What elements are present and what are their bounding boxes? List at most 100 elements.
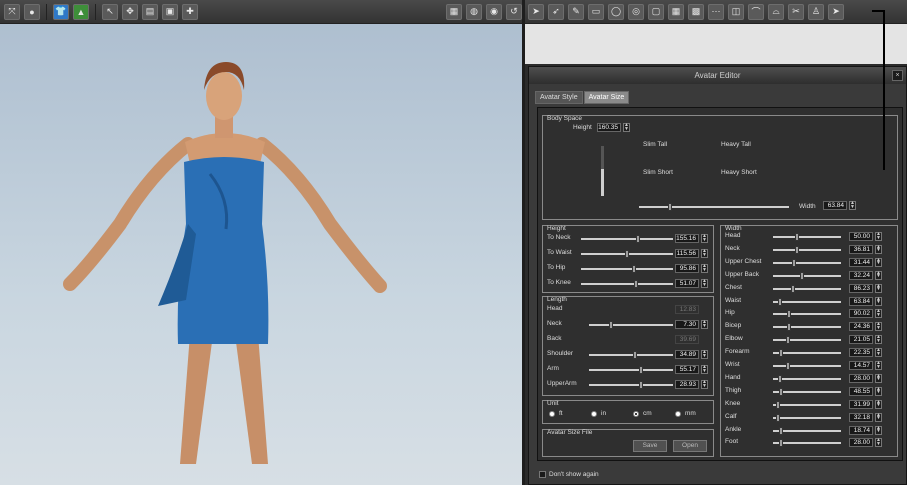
height-to-hip-slider[interactable]	[581, 265, 673, 273]
fabric-icon[interactable]: ▲	[73, 3, 89, 20]
height-to-knee-knob[interactable]	[633, 280, 638, 288]
width-head-spinner-icon[interactable]: ▲ ▼	[875, 232, 882, 241]
width-forearm-value-field[interactable]: 22.35	[849, 348, 873, 358]
width-elbow-value-field[interactable]: 21.05	[849, 335, 873, 345]
width-wrist-spinner-icon[interactable]: ▲ ▼	[875, 361, 882, 370]
height-to-knee-value-field[interactable]: 51.07	[675, 279, 699, 288]
width-thigh-slider[interactable]	[773, 387, 841, 396]
width-upper-chest-spinner-icon[interactable]: ▲ ▼	[875, 257, 882, 267]
height-value-field[interactable]: 160.35	[597, 123, 621, 132]
avatar-icon[interactable]: ➤	[828, 3, 844, 20]
width-chest-value-field[interactable]: 86.23	[849, 283, 873, 293]
width-bicep-slider[interactable]	[773, 323, 841, 332]
width-head-knob[interactable]	[795, 233, 800, 241]
height-to-knee-slider[interactable]	[581, 280, 673, 288]
width-hip-slider[interactable]	[773, 310, 841, 319]
length-upperarm-value-field[interactable]: 28.93	[675, 380, 699, 389]
3d-viewport[interactable]	[0, 24, 522, 485]
width-forearm-spinner-icon[interactable]: ▲ ▼	[875, 348, 882, 358]
width-wrist-slider[interactable]	[773, 362, 841, 370]
length-neck-spinner-icon[interactable]: ▲ ▼	[701, 320, 708, 329]
tab-avatar-style[interactable]: Avatar Style	[535, 91, 583, 104]
width-calf-spinner-icon[interactable]: ▲ ▼	[875, 412, 882, 422]
width-neck-value-field[interactable]: 36.81	[849, 244, 873, 254]
width-neck-spinner-icon[interactable]: ▲ ▼	[875, 244, 882, 254]
length-neck-value-field[interactable]: 7.30	[675, 320, 699, 329]
unit-radio-mm[interactable]	[675, 411, 681, 417]
height-to-knee-spinner-icon[interactable]: ▲ ▼	[701, 279, 708, 288]
width-hip-value-field[interactable]: 90.02	[849, 309, 873, 319]
rect-icon[interactable]: ◯	[608, 3, 624, 20]
width-waist-knob[interactable]	[778, 297, 783, 306]
grid-icon[interactable]: ▦	[446, 3, 462, 20]
fold-icon[interactable]: ⌓	[768, 3, 784, 20]
width-knee-slider[interactable]	[773, 400, 841, 409]
width-horizontal-slider[interactable]	[639, 203, 789, 211]
grid1-icon[interactable]: ▩	[688, 3, 704, 20]
width-neck-knob[interactable]	[795, 245, 800, 254]
width-forearm-slider[interactable]	[773, 349, 841, 358]
record-icon[interactable]: ●	[24, 3, 40, 20]
length-arm-knob[interactable]	[638, 366, 643, 374]
width-ankle-slider[interactable]	[773, 426, 841, 435]
dont-show-checkbox[interactable]	[539, 471, 546, 478]
length-shoulder-slider[interactable]	[589, 351, 673, 359]
width-bicep-value-field[interactable]: 24.36	[849, 322, 873, 332]
pointer2-icon[interactable]: ➶	[548, 3, 564, 20]
unit-radio-cm[interactable]	[633, 411, 639, 417]
square-icon[interactable]: ▦	[668, 3, 684, 20]
width-upper-back-spinner-icon[interactable]: ▲ ▼	[875, 270, 882, 280]
width-upper-chest-slider[interactable]	[773, 258, 841, 267]
width-foot-spinner-icon[interactable]: ▲ ▼	[875, 438, 882, 448]
pointer3-icon[interactable]: ✎	[568, 3, 584, 20]
width-spinner-icon[interactable]: ▲ ▼	[849, 201, 856, 210]
width-ankle-value-field[interactable]: 18.74	[849, 425, 873, 435]
height-to-waist-slider[interactable]	[581, 250, 673, 258]
width-knee-spinner-icon[interactable]: ▲ ▼	[875, 399, 882, 409]
width-head-value-field[interactable]: 50.00	[849, 232, 873, 241]
height-to-waist-value-field[interactable]: 115.56	[675, 249, 699, 258]
length-upperarm-spinner-icon[interactable]: ▲ ▼	[701, 380, 708, 389]
length-arm-spinner-icon[interactable]: ▲ ▼	[701, 365, 708, 374]
view-divider[interactable]	[522, 0, 525, 485]
height-to-neck-spinner-icon[interactable]: ▲ ▼	[701, 234, 708, 243]
pointer-icon[interactable]: ➤	[528, 3, 544, 20]
width-ankle-knob[interactable]	[779, 426, 784, 435]
width-bicep-spinner-icon[interactable]: ▲ ▼	[875, 322, 882, 332]
length-arm-value-field[interactable]: 55.17	[675, 365, 699, 374]
width-neck-slider[interactable]	[773, 245, 841, 254]
ring-icon[interactable]: ▢	[648, 3, 664, 20]
width-calf-value-field[interactable]: 32.18	[849, 412, 873, 422]
width-ankle-spinner-icon[interactable]: ▲ ▼	[875, 425, 882, 435]
width-hand-slider[interactable]	[773, 374, 841, 383]
fold2-icon[interactable]: ✂	[788, 3, 804, 20]
height-to-waist-spinner-icon[interactable]: ▲ ▼	[701, 249, 708, 258]
length-shoulder-knob[interactable]	[633, 351, 637, 359]
width-knee-value-field[interactable]: 31.99	[849, 399, 873, 409]
width-calf-knob[interactable]	[776, 413, 781, 422]
width-waist-spinner-icon[interactable]: ▲ ▼	[875, 296, 882, 306]
width-hand-spinner-icon[interactable]: ▲ ▼	[875, 373, 882, 383]
length-shoulder-value-field[interactable]: 34.89	[675, 350, 699, 359]
length-neck-slider[interactable]	[589, 321, 673, 329]
width-thigh-knob[interactable]	[779, 387, 784, 396]
plus-icon[interactable]: ✚	[182, 3, 198, 20]
save-button[interactable]: Save	[633, 440, 667, 452]
pen-icon[interactable]: ▭	[588, 3, 604, 20]
open-button[interactable]: Open	[673, 440, 707, 452]
width-waist-value-field[interactable]: 63.84	[849, 296, 873, 306]
height-to-hip-knob[interactable]	[632, 265, 637, 273]
grid2-icon[interactable]: ⋯	[708, 3, 724, 20]
layer-icon[interactable]: ⌒	[748, 3, 764, 20]
height-to-neck-knob[interactable]	[635, 235, 640, 243]
width-thigh-value-field[interactable]: 48.55	[849, 386, 873, 396]
width-value-field[interactable]: 63.84	[823, 201, 847, 210]
transform-icon[interactable]: ⤧	[4, 3, 20, 20]
width-calf-slider[interactable]	[773, 413, 841, 422]
height-spinner-icon[interactable]: ▲ ▼	[623, 123, 630, 132]
width-elbow-knob[interactable]	[785, 336, 790, 345]
2d-pattern-window[interactable]	[525, 24, 907, 64]
length-shoulder-spinner-icon[interactable]: ▲ ▼	[701, 350, 708, 359]
height-to-waist-knob[interactable]	[625, 250, 629, 258]
width-waist-slider[interactable]	[773, 297, 841, 306]
